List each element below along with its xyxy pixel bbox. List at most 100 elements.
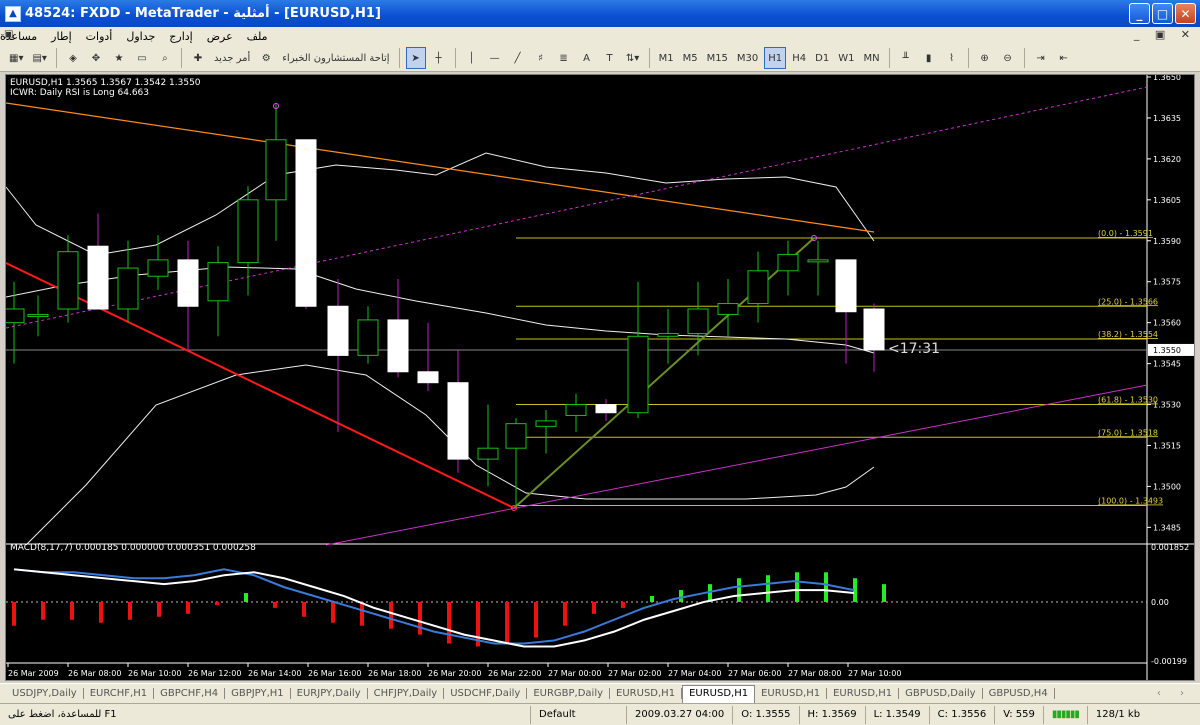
menu-charts[interactable]: جداول [126, 30, 155, 43]
time-tick-label: 26 Mar 08:00 [68, 669, 121, 678]
price-chart[interactable]: 1.3650 1.3635 1.3620 1.3605 1.3590 1.3575 1.35… [5, 74, 1195, 681]
close-button[interactable]: ✕ [1175, 3, 1196, 24]
candle-body [6, 308, 25, 324]
text-tool[interactable]: A [577, 47, 597, 69]
tester-icon[interactable]: ⌕ [155, 47, 175, 69]
chart-tab[interactable]: GBPUSD,H4 [983, 688, 1055, 699]
candle-body [505, 423, 527, 449]
tf-m30[interactable]: M30 [734, 47, 761, 69]
experts-button[interactable]: إتاحة المستشارون الخبراء [279, 47, 392, 69]
tf-m1[interactable]: M1 [656, 47, 677, 69]
chart-tab[interactable]: GBPUSD,Daily [899, 688, 983, 699]
tf-w1[interactable]: W1 [835, 47, 857, 69]
candle-body [87, 245, 109, 310]
toolbar: ▦▾ ▤▾ ◈ ✥ ★ ▭ ⌕ ✚ أمر جديد ⚙ إتاحة المست… [0, 45, 1200, 72]
fib-level-label: (61.8) - 1.3530 [1098, 396, 1158, 405]
trendline-tool[interactable]: ╱ [508, 47, 528, 69]
minimize-button[interactable]: _ [1129, 3, 1150, 24]
chart-tab[interactable]: EURUSD,H1 [610, 688, 683, 699]
market-watch-icon[interactable]: ◈ [63, 47, 83, 69]
candle-body [477, 447, 499, 460]
vertical-line-tool[interactable]: │ [462, 47, 482, 69]
favorites-icon[interactable]: ★ [109, 47, 129, 69]
time-tick-label: 26 Mar 18:00 [368, 669, 421, 678]
new-order-icon[interactable]: ✚ [188, 47, 208, 69]
zoom-out-icon[interactable]: ⊖ [998, 47, 1018, 69]
time-tick-label: 27 Mar 08:00 [788, 669, 841, 678]
orange-trendline [6, 102, 875, 233]
tf-m5[interactable]: M5 [680, 47, 701, 69]
zoom-in-icon[interactable]: ⊕ [975, 47, 995, 69]
navigator-icon[interactable]: ✥ [86, 47, 106, 69]
candle-body [237, 199, 259, 264]
chart-tab[interactable]: EURJPY,Daily [291, 688, 368, 699]
time-tick-label: 27 Mar 02:00 [608, 669, 661, 678]
macd-histogram-bar [215, 601, 219, 605]
line-chart-icon[interactable]: ⌇ [942, 47, 962, 69]
menu-insert[interactable]: إدارج [169, 30, 192, 43]
status-datetime: 2009.03.27 04:00 [626, 705, 732, 724]
channel-tool[interactable]: ♯ [531, 47, 551, 69]
macd-axis-label: -0.00199 [1151, 657, 1187, 666]
magenta-dotted-line [6, 86, 1148, 329]
tf-m15[interactable]: M15 [704, 47, 731, 69]
connection-icon: ▮▮▮▮▮▮ [1042, 705, 1087, 724]
chart-tab[interactable]: EURUSD,H1 [682, 684, 756, 703]
chart-tab[interactable]: USDCHF,Daily [444, 688, 528, 699]
chart-tab[interactable]: GBPJPY,H1 [225, 688, 291, 699]
terminal-icon[interactable]: ▭ [132, 47, 152, 69]
time-tick-label: 26 Mar 10:00 [128, 669, 181, 678]
candle-chart-icon[interactable]: ▮ [919, 47, 939, 69]
fibo-tool[interactable]: ≣ [554, 47, 574, 69]
bar-chart-icon[interactable]: ╨ [896, 47, 916, 69]
menu-tools[interactable]: أدوات [86, 30, 113, 43]
tf-mn[interactable]: MN [860, 47, 882, 69]
macd-histogram-bar [99, 601, 103, 623]
price-tick-label: 1.3650 [1153, 75, 1181, 82]
tab-scroll-arrows[interactable]: ‹ › [1157, 688, 1192, 699]
candle-body [717, 303, 739, 315]
status-low: L: 1.3549 [864, 705, 929, 724]
chart-tab[interactable]: EURGBP,Daily [527, 688, 611, 699]
cursor-tool[interactable]: ➤ [405, 47, 426, 69]
tf-h4[interactable]: H4 [789, 47, 809, 69]
profiles-button[interactable]: ▤▾ [29, 47, 49, 69]
time-tick-label: 26 Mar 14:00 [248, 669, 301, 678]
experts-icon[interactable]: ⚙ [256, 47, 276, 69]
chart-tab[interactable]: CHFJPY,Daily [368, 688, 445, 699]
title-bar: ▲ 48524: FXDD - MetaTrader - أمثلية - [E… [0, 0, 1200, 27]
chart-tab[interactable]: EURCHF,H1 [84, 688, 155, 699]
chart-tab[interactable]: EURUSD,H1 [755, 688, 828, 699]
maximize-button[interactable]: □ [1152, 3, 1173, 24]
time-tick-label: 26 Mar 12:00 [188, 669, 241, 678]
bar-countdown: <17:31 [888, 341, 940, 357]
new-order-button[interactable]: أمر جديد [211, 47, 253, 69]
arrows-tool[interactable]: ⇅▾ [623, 47, 643, 69]
chart-tab[interactable]: GBPCHF,H4 [154, 688, 226, 699]
macd-histogram-bar [418, 601, 422, 635]
tf-d1[interactable]: D1 [812, 47, 832, 69]
menu-file[interactable]: ملف [247, 30, 268, 43]
green-fibo-base-line [513, 237, 815, 509]
macd-histogram-bar [505, 601, 509, 644]
chart-tab[interactable]: EURUSD,H1 [827, 688, 900, 699]
candle-body [447, 382, 469, 460]
label-tool[interactable]: T [600, 47, 620, 69]
menu-window[interactable]: إطار [51, 30, 71, 43]
candle-body [387, 319, 409, 373]
horizontal-line-tool[interactable]: — [485, 47, 505, 69]
macd-histogram-bar [534, 601, 538, 638]
mdi-controls[interactable]: _ ▣ ✕ [1134, 28, 1196, 41]
crosshair-tool[interactable]: ┼ [429, 47, 449, 69]
tf-h1[interactable]: H1 [764, 47, 787, 69]
menu-bar: ▣ ملف عرض إدارج جداول أدوات إطار مساعدة … [0, 27, 1200, 45]
chart-shift-icon[interactable]: ⇤ [1054, 47, 1074, 69]
macd-header: MACD(8,17,7) 0.000185 0.000000 0.000351 … [10, 543, 256, 553]
chart-canvas: 1.3650 1.3635 1.3620 1.3605 1.3590 1.3575 1.35… [6, 75, 1194, 680]
autoscroll-icon[interactable]: ⇥ [1031, 47, 1051, 69]
new-chart-button[interactable]: ▦▾ [6, 47, 26, 69]
menu-view[interactable]: عرض [207, 30, 233, 43]
fib-level-label: (25.0) - 1.3566 [1098, 297, 1158, 306]
macd-histogram-bar [447, 601, 451, 644]
chart-tab[interactable]: USDJPY,Daily [6, 688, 84, 699]
